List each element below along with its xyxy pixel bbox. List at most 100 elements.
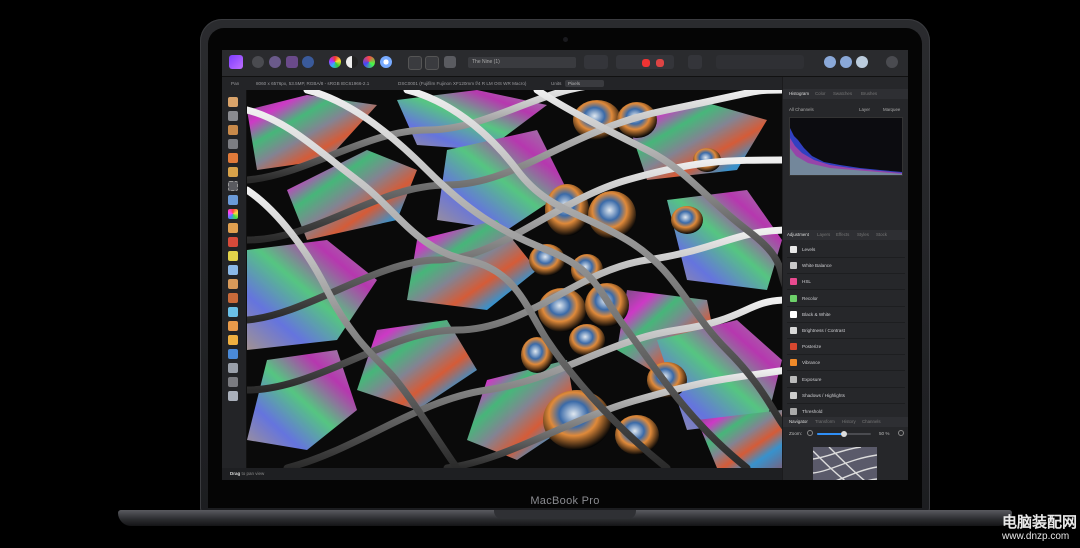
adjustment-label: Brightness / Contrast xyxy=(802,328,845,333)
view-mode-group[interactable] xyxy=(584,55,608,69)
color-icon[interactable] xyxy=(363,56,375,68)
marquee-tool-icon[interactable] xyxy=(228,167,238,177)
view-tool-icon[interactable] xyxy=(228,391,238,401)
tab-channels[interactable]: Channels xyxy=(862,417,881,427)
pen-tool-icon[interactable] xyxy=(228,321,238,331)
account-icon[interactable] xyxy=(886,56,898,68)
histogram-tabs: Histogram Color Swatches Brushes xyxy=(783,89,908,99)
select-tool-icon[interactable] xyxy=(228,111,238,121)
tab-transform[interactable]: Transform xyxy=(815,417,835,427)
marquee-radio[interactable]: Marquee xyxy=(883,106,900,114)
adjustment-item-black-white[interactable]: Black & White xyxy=(787,307,905,323)
tab-effects[interactable]: Effects xyxy=(836,230,849,240)
units-label: Units xyxy=(551,81,562,86)
studio-panels: Histogram Color Swatches Brushes All Cha… xyxy=(783,77,908,480)
black-white-icon xyxy=(790,310,797,318)
hand-tool-icon[interactable] xyxy=(228,377,238,387)
selection-icon[interactable] xyxy=(425,56,439,70)
smudge-tool-icon[interactable] xyxy=(228,293,238,303)
adjustment-item-recolor[interactable]: Recolor xyxy=(787,291,905,307)
document-canvas[interactable] xyxy=(247,90,782,468)
tab-styles[interactable]: Styles xyxy=(857,230,869,240)
tab-history[interactable]: History xyxy=(842,417,856,427)
paint-brush-tool-icon[interactable] xyxy=(228,139,238,149)
adjustment-label: Posterize xyxy=(802,344,822,350)
gear-icon[interactable] xyxy=(252,56,264,68)
tab-stock[interactable]: Stock xyxy=(876,230,887,240)
camera-info: DSC0001 (Fujifilm Fujinon XF120mm f/4 R … xyxy=(398,81,527,86)
erase-tool-icon[interactable] xyxy=(228,223,238,233)
zoom-out-icon[interactable] xyxy=(807,430,813,436)
tab-color[interactable]: Color xyxy=(815,89,826,99)
color-wheel-icon[interactable] xyxy=(302,56,314,68)
adjustment-item-vibrance[interactable]: Vibrance xyxy=(787,355,905,372)
navigator-tabs: Navigator Transform History Channels xyxy=(783,417,908,427)
tab-histogram[interactable]: Histogram xyxy=(789,89,809,99)
document-title-field[interactable]: The Nine (1) xyxy=(468,57,576,68)
navigator-thumbnail-svg xyxy=(813,447,877,480)
lasso-icon[interactable] xyxy=(269,56,281,68)
shape-tool-icon[interactable] xyxy=(228,349,238,359)
adjustment-item-hsl[interactable]: HSL xyxy=(787,274,905,291)
layout-icon[interactable] xyxy=(656,59,664,67)
zoom-tool-icon[interactable] xyxy=(228,363,238,373)
rgb-icon[interactable] xyxy=(380,56,392,68)
adjustment-label: White Balance xyxy=(802,263,832,269)
tab-brushes[interactable]: Brushes xyxy=(861,89,877,99)
zoom-slider[interactable] xyxy=(817,431,871,437)
zoom-slider-handle[interactable] xyxy=(841,431,847,437)
selection-brush-tool-icon[interactable] xyxy=(228,153,238,163)
assistant-icon[interactable] xyxy=(444,56,456,68)
channel-select[interactable]: All Channels xyxy=(789,106,814,114)
vibrance-icon xyxy=(790,359,797,367)
persona-icon[interactable] xyxy=(229,55,243,69)
arrange-group[interactable] xyxy=(716,55,804,69)
sharpen-tool-icon[interactable] xyxy=(228,307,238,317)
studio-icon-3[interactable] xyxy=(856,56,868,68)
contrast-icon-2[interactable] xyxy=(346,56,358,68)
status-mode: Drag xyxy=(230,471,241,476)
status-hint: to pan view xyxy=(241,471,265,476)
adjustment-item-shadows-highlights[interactable]: Shadows / Highlights xyxy=(787,388,905,404)
tab-navigator[interactable]: Navigator xyxy=(789,417,808,427)
studio-icon-1[interactable] xyxy=(824,56,836,68)
quick-mask-icon[interactable] xyxy=(408,56,422,70)
adjustment-item-levels[interactable]: Levels xyxy=(787,242,905,258)
healing-tool-icon[interactable] xyxy=(228,265,238,275)
adjustment-tabs: Adjustment Layers Effects Styles Stock xyxy=(783,230,908,240)
tools-panel xyxy=(222,90,247,468)
gradient-tool-icon[interactable] xyxy=(228,209,238,219)
adjustment-item-brightness-contrast[interactable]: Brightness / Contrast xyxy=(787,323,905,339)
navigator-thumbnail[interactable] xyxy=(813,447,877,480)
snap-icon[interactable] xyxy=(642,59,650,67)
tab-swatches[interactable]: Swatches xyxy=(833,89,852,99)
blemish-tool-icon[interactable] xyxy=(228,279,238,289)
units-select[interactable]: Pixels xyxy=(565,80,604,87)
fill-tool-icon[interactable] xyxy=(228,195,238,205)
adjustment-label: Exposure xyxy=(802,376,822,382)
text-tool-icon[interactable] xyxy=(228,335,238,345)
move-tool-icon[interactable] xyxy=(228,97,238,107)
adjustment-item-posterize[interactable]: Posterize xyxy=(787,339,905,356)
adjustment-item-white-balance[interactable]: White Balance xyxy=(787,258,905,275)
zoom-in-icon[interactable] xyxy=(898,430,904,436)
clone-tool-icon[interactable] xyxy=(228,251,238,261)
tab-layers[interactable]: Layers xyxy=(817,230,830,240)
dodge-tool-icon[interactable] xyxy=(228,237,238,247)
exposure-icon xyxy=(790,375,797,383)
adjustment-label: HSL xyxy=(802,279,811,285)
histogram-options: All Channels Layer Marquee xyxy=(787,106,904,114)
color-picker-tool-icon[interactable] xyxy=(228,181,238,191)
watermark-url: www.dnzp.com xyxy=(1002,531,1070,542)
share-icon[interactable] xyxy=(286,56,298,68)
recolor-icon xyxy=(790,294,797,302)
device-brand-label: MacBook Pro xyxy=(530,495,600,507)
crop-tool-icon[interactable] xyxy=(228,125,238,135)
contrast-icon[interactable] xyxy=(329,56,341,68)
studio-icon-2[interactable] xyxy=(840,56,852,68)
layer-radio[interactable]: Layer xyxy=(859,106,870,114)
view-icon[interactable] xyxy=(688,55,702,69)
adjustment-item-exposure[interactable]: Exposure xyxy=(787,372,905,388)
hsl-icon xyxy=(790,278,797,286)
tab-adjustment[interactable]: Adjustment xyxy=(787,230,809,240)
